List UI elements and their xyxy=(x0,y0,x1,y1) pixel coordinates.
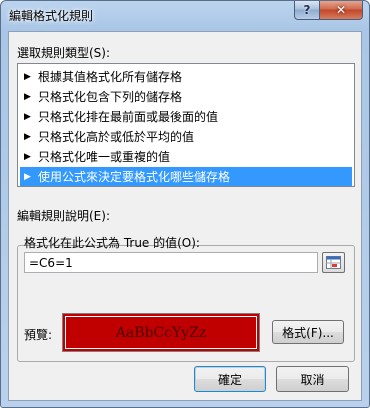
range-select-icon[interactable] xyxy=(322,252,345,273)
triangle-right-icon: ▶ xyxy=(24,111,31,122)
help-button[interactable]: ? xyxy=(294,1,320,20)
triangle-right-icon: ▶ xyxy=(24,91,31,102)
triangle-right-icon: ▶ xyxy=(24,151,31,162)
ok-button[interactable]: 確定 xyxy=(194,366,266,392)
rule-type-item[interactable]: ▶ 根據其值格式化所有儲存格 xyxy=(20,67,352,86)
range-select-glyph xyxy=(326,256,341,269)
rule-type-item-label: 使用公式來決定要格式化哪些儲存格 xyxy=(38,170,231,184)
close-button[interactable]: ✕ xyxy=(320,1,363,20)
rule-type-item[interactable]: ▶ 只格式化高於或低於平均的值 xyxy=(20,127,352,146)
triangle-right-icon: ▶ xyxy=(24,131,31,142)
triangle-right-icon: ▶ xyxy=(24,71,31,82)
rule-type-item-selected[interactable]: ▶ 使用公式來決定要格式化哪些儲存格 xyxy=(20,167,352,186)
rule-type-item-label: 只格式化排在最前面或最後面的值 xyxy=(38,110,219,124)
title-bar[interactable]: 編輯格式化規則 ? ✕ xyxy=(1,1,369,31)
preview-label: 預覽: xyxy=(24,328,53,342)
rule-type-list[interactable]: ▶ 根據其值格式化所有儲存格 ▶ 只格式化包含下列的儲存格 ▶ 只格式化排在最前… xyxy=(17,63,355,187)
preview-sample-text: AaBbCcYyZz xyxy=(65,316,257,349)
rule-type-item-label: 只格式化高於或低於平均的值 xyxy=(38,130,195,144)
cancel-button[interactable]: 取消 xyxy=(276,366,349,392)
title-bar-buttons: ? ✕ xyxy=(294,1,363,20)
rule-type-item[interactable]: ▶ 只格式化排在最前面或最後面的值 xyxy=(20,107,352,126)
rule-type-label: 選取規則類型(S): xyxy=(17,46,111,60)
formula-label: 格式化在此公式為 True 的值(O): xyxy=(24,236,200,250)
format-preview: AaBbCcYyZz xyxy=(62,313,260,352)
formula-input[interactable] xyxy=(24,252,318,273)
rule-type-item[interactable]: ▶ 只格式化包含下列的儲存格 xyxy=(20,87,352,106)
rule-type-item-label: 只格式化唯一或重複的值 xyxy=(38,150,171,164)
edit-rule-label: 編輯規則說明(E): xyxy=(17,209,110,223)
rule-type-item[interactable]: ▶ 只格式化唯一或重複的值 xyxy=(20,147,352,166)
dialog-title: 編輯格式化規則 xyxy=(9,9,94,23)
triangle-right-icon: ▶ xyxy=(24,171,31,182)
rule-type-item-label: 只格式化包含下列的儲存格 xyxy=(38,90,183,104)
format-button[interactable]: 格式(F)... xyxy=(272,320,344,344)
rule-type-item-label: 根據其值格式化所有儲存格 xyxy=(38,70,183,84)
